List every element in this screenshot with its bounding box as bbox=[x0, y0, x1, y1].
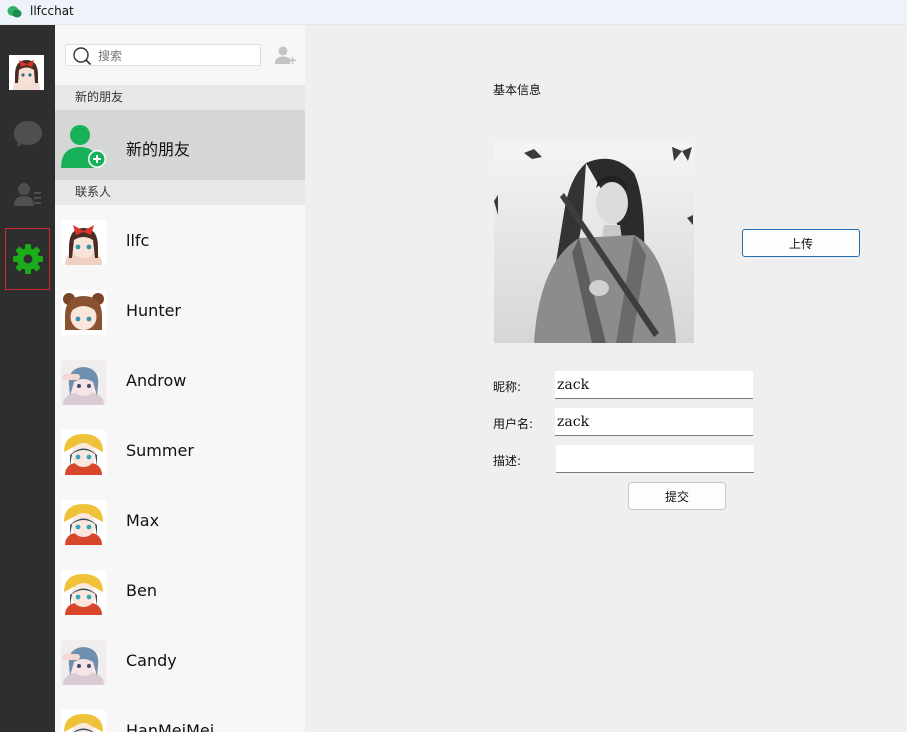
avatar bbox=[61, 500, 106, 545]
list-item[interactable]: Candy bbox=[55, 625, 305, 695]
list-item-new-friends[interactable]: 新的朋友 bbox=[55, 110, 305, 180]
contact-name: Max bbox=[126, 511, 160, 530]
section-header-contacts: 联系人 bbox=[55, 180, 305, 205]
add-friend-icon[interactable] bbox=[274, 44, 296, 66]
search-bar bbox=[55, 25, 305, 85]
contact-name: HanMeiMei bbox=[126, 721, 215, 732]
list-item[interactable]: HanMeiMei bbox=[55, 695, 305, 732]
profile-panel: 基本信息 上传 昵称: zack 用户名: zack 描述: 提交 bbox=[305, 25, 907, 732]
chat-bubble-icon bbox=[13, 121, 42, 147]
avatar bbox=[61, 640, 106, 685]
avatar bbox=[61, 290, 106, 335]
title-bar: llfcchat bbox=[0, 0, 907, 25]
window-title: llfcchat bbox=[30, 4, 74, 18]
profile-image bbox=[494, 143, 694, 343]
contact-name: Androw bbox=[126, 371, 187, 390]
username-label: 用户名: bbox=[493, 417, 534, 431]
contact-panel: 新的朋友 新的朋友 联系人 llfc Hunter Androw bbox=[55, 25, 305, 732]
avatar bbox=[61, 710, 106, 732]
nickname-label: 昵称: bbox=[493, 380, 522, 394]
avatar[interactable] bbox=[9, 55, 44, 90]
section-title: 基本信息 bbox=[493, 83, 542, 97]
contact-name: Hunter bbox=[126, 301, 182, 320]
description-label: 描述: bbox=[493, 454, 522, 468]
sidebar-item-contacts[interactable] bbox=[5, 163, 50, 225]
search-box[interactable] bbox=[65, 44, 261, 66]
contact-name: llfc bbox=[126, 231, 150, 250]
add-user-icon bbox=[61, 125, 106, 168]
section-header-new-friends: 新的朋友 bbox=[55, 85, 305, 110]
list-item[interactable]: Androw bbox=[55, 345, 305, 415]
nickname-field[interactable] bbox=[555, 371, 753, 399]
search-input[interactable] bbox=[98, 47, 253, 64]
avatar bbox=[61, 360, 106, 405]
description-field[interactable] bbox=[556, 445, 754, 473]
avatar bbox=[61, 570, 106, 615]
new-friends-label: 新的朋友 bbox=[126, 140, 191, 159]
contact-name: Candy bbox=[126, 651, 177, 670]
list-item[interactable]: Max bbox=[55, 485, 305, 555]
upload-button[interactable]: 上传 bbox=[742, 229, 860, 257]
avatar bbox=[61, 430, 106, 475]
sidebar-item-settings[interactable] bbox=[5, 228, 50, 290]
contact-list-icon bbox=[13, 183, 41, 206]
username-field[interactable] bbox=[555, 408, 753, 436]
list-item[interactable]: Hunter bbox=[55, 275, 305, 345]
app-logo-icon bbox=[7, 6, 22, 18]
gear-icon bbox=[12, 244, 43, 274]
sidebar-item-chat[interactable] bbox=[5, 103, 50, 165]
list-item[interactable]: Summer bbox=[55, 415, 305, 485]
sidebar bbox=[0, 25, 55, 732]
contact-name: Ben bbox=[126, 581, 157, 600]
list-item[interactable]: Ben bbox=[55, 555, 305, 625]
search-icon bbox=[73, 47, 92, 66]
submit-button[interactable]: 提交 bbox=[628, 482, 726, 510]
list-item[interactable]: llfc bbox=[55, 205, 305, 275]
contact-name: Summer bbox=[126, 441, 194, 460]
avatar bbox=[61, 220, 106, 265]
